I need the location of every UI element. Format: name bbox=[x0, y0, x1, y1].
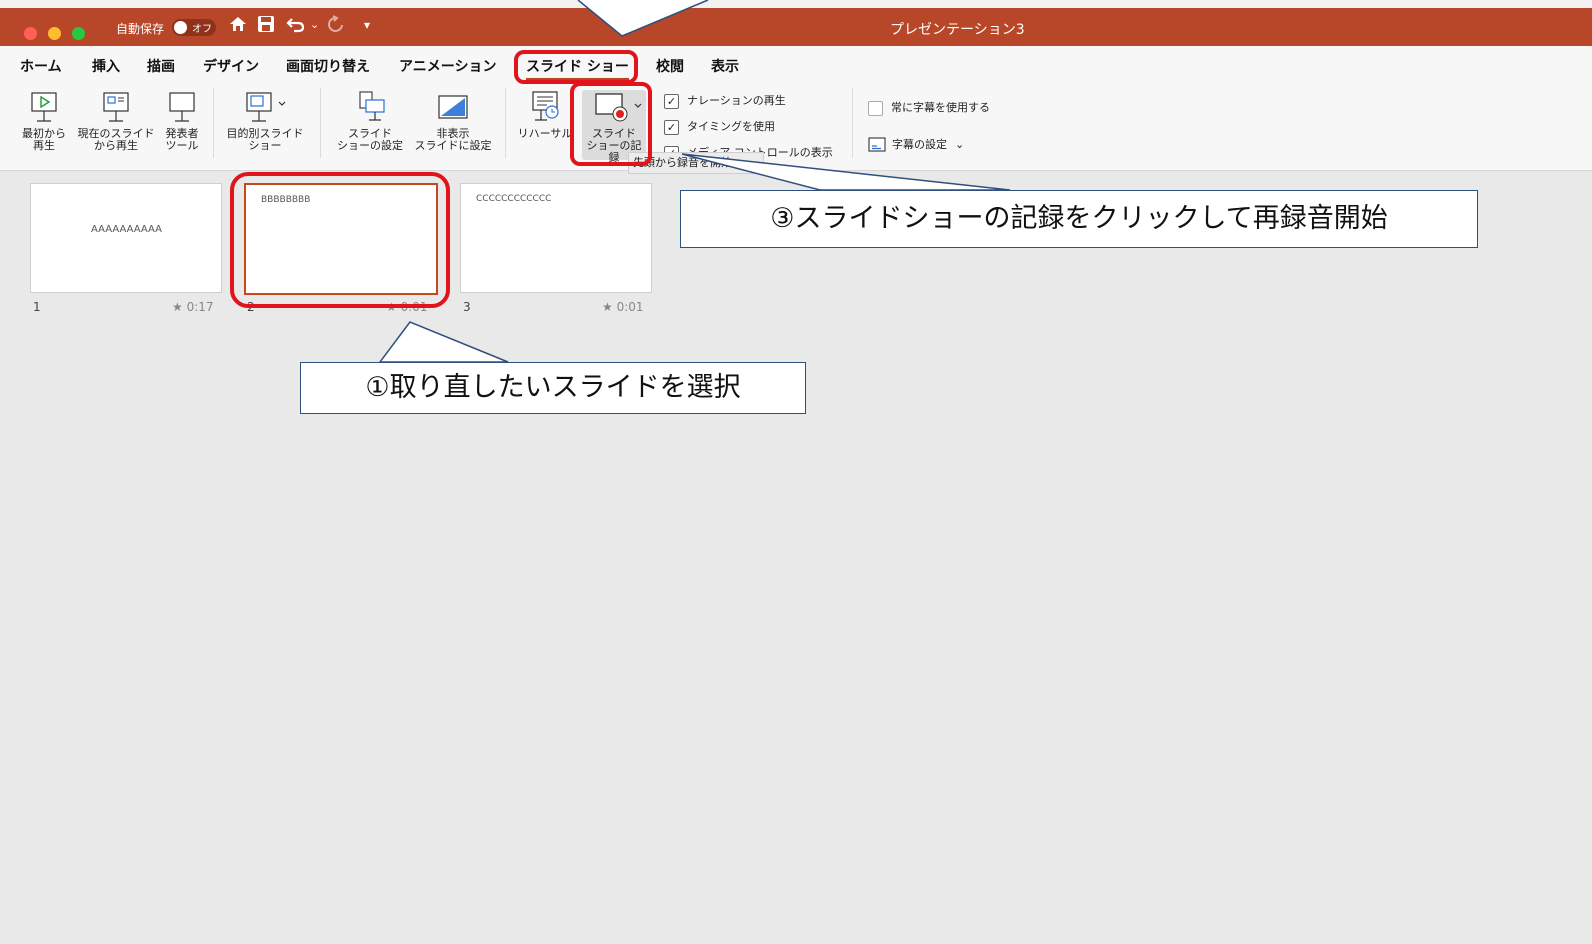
callout-step1: ①取り直したいスライドを選択 bbox=[300, 362, 806, 414]
callout-step3: ③スライドショーの記録をクリックして再録音開始 bbox=[680, 190, 1478, 248]
callout-pointers bbox=[378, 0, 1011, 363]
